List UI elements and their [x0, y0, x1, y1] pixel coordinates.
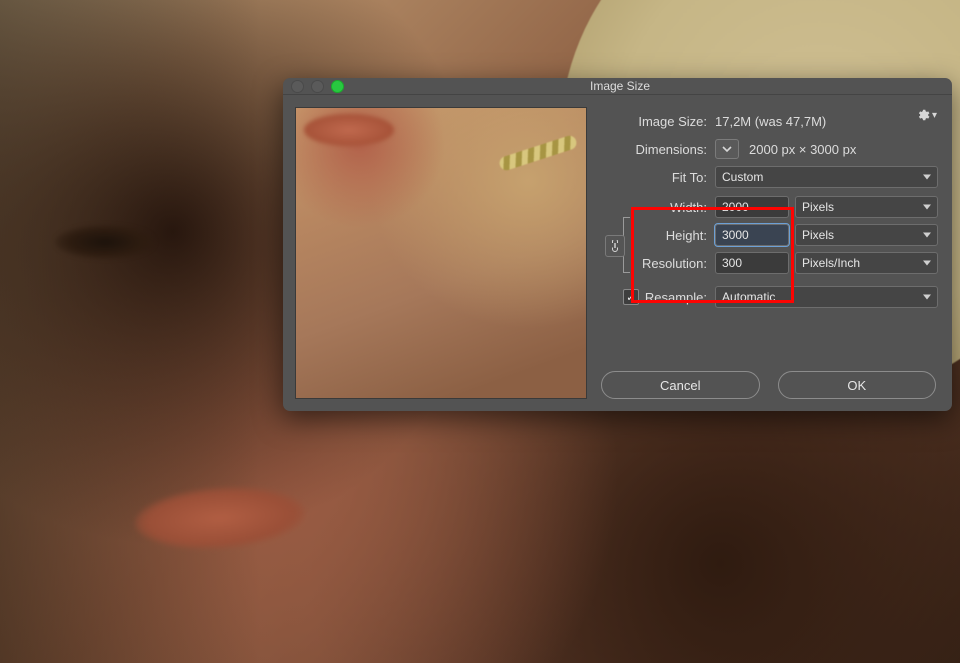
gear-icon: [916, 108, 930, 122]
ok-label: OK: [847, 378, 866, 393]
dialog-titlebar[interactable]: Image Size: [283, 78, 952, 95]
resample-select[interactable]: Automatic: [715, 286, 938, 308]
image-preview[interactable]: [295, 107, 587, 399]
width-label: Width:: [599, 200, 709, 215]
height-row: Height: 3000 Pixels: [599, 221, 938, 249]
fit-to-select[interactable]: Custom: [715, 166, 938, 188]
settings-gear-button[interactable]: ▾: [916, 105, 938, 125]
dialog-buttons: Cancel OK: [599, 365, 938, 399]
height-unit-value: Pixels: [802, 228, 834, 242]
resample-value: Automatic: [722, 290, 775, 304]
background-shadow: [0, 0, 260, 663]
ok-button[interactable]: OK: [778, 371, 937, 399]
dimensions-label: Dimensions:: [599, 142, 709, 157]
width-row: Width: 2000 Pixels: [599, 193, 938, 221]
cancel-label: Cancel: [660, 378, 700, 393]
resolution-unit-value: Pixels/Inch: [802, 256, 860, 270]
resample-row: ✓ Resample: Automatic: [599, 283, 938, 311]
fit-to-value: Custom: [722, 170, 763, 184]
resample-checkbox[interactable]: ✓: [623, 289, 639, 305]
width-value: 2000: [722, 200, 749, 214]
image-size-row: Image Size: 17,2M (was 47,7M): [599, 107, 938, 135]
preview-detail-lips: [304, 114, 394, 146]
dialog-body: ▾ Image Size: 17,2M (was 47,7M) Dimensio…: [283, 95, 952, 411]
image-size-label: Image Size:: [599, 114, 709, 129]
width-unit-value: Pixels: [802, 200, 834, 214]
preview-detail-chain: [498, 134, 578, 172]
height-unit-select[interactable]: Pixels: [795, 224, 938, 246]
dimensions-row: Dimensions: 2000 px × 3000 px: [599, 135, 938, 163]
height-input[interactable]: 3000: [715, 224, 789, 246]
image-size-dialog: Image Size ▾ Image Size: 17,2M (was 47,7…: [283, 78, 952, 411]
dimensions-unit-toggle[interactable]: [715, 139, 739, 159]
resolution-value: 300: [722, 256, 742, 270]
resolution-input[interactable]: 300: [715, 252, 789, 274]
dialog-title: Image Size: [296, 79, 944, 93]
width-input[interactable]: 2000: [715, 196, 789, 218]
dimensions-value: 2000 px × 3000 px: [749, 142, 856, 157]
height-value: 3000: [722, 228, 749, 242]
chevron-down-icon: [722, 144, 732, 154]
controls-pane: ▾ Image Size: 17,2M (was 47,7M) Dimensio…: [599, 107, 938, 399]
background-eye: [55, 225, 155, 259]
cancel-button[interactable]: Cancel: [601, 371, 760, 399]
fit-to-row: Fit To: Custom: [599, 163, 938, 191]
resolution-unit-select[interactable]: Pixels/Inch: [795, 252, 938, 274]
resample-label: Resample:: [645, 290, 707, 305]
resolution-row: Resolution: 300 Pixels/Inch: [599, 249, 938, 277]
width-unit-select[interactable]: Pixels: [795, 196, 938, 218]
fit-to-label: Fit To:: [599, 170, 709, 185]
image-size-value: 17,2M (was 47,7M): [715, 114, 826, 129]
constrain-proportions-bracket: [607, 217, 629, 273]
link-icon: [610, 240, 620, 252]
gear-caret-icon: ▾: [932, 110, 937, 121]
constrain-proportions-toggle[interactable]: [605, 235, 625, 257]
